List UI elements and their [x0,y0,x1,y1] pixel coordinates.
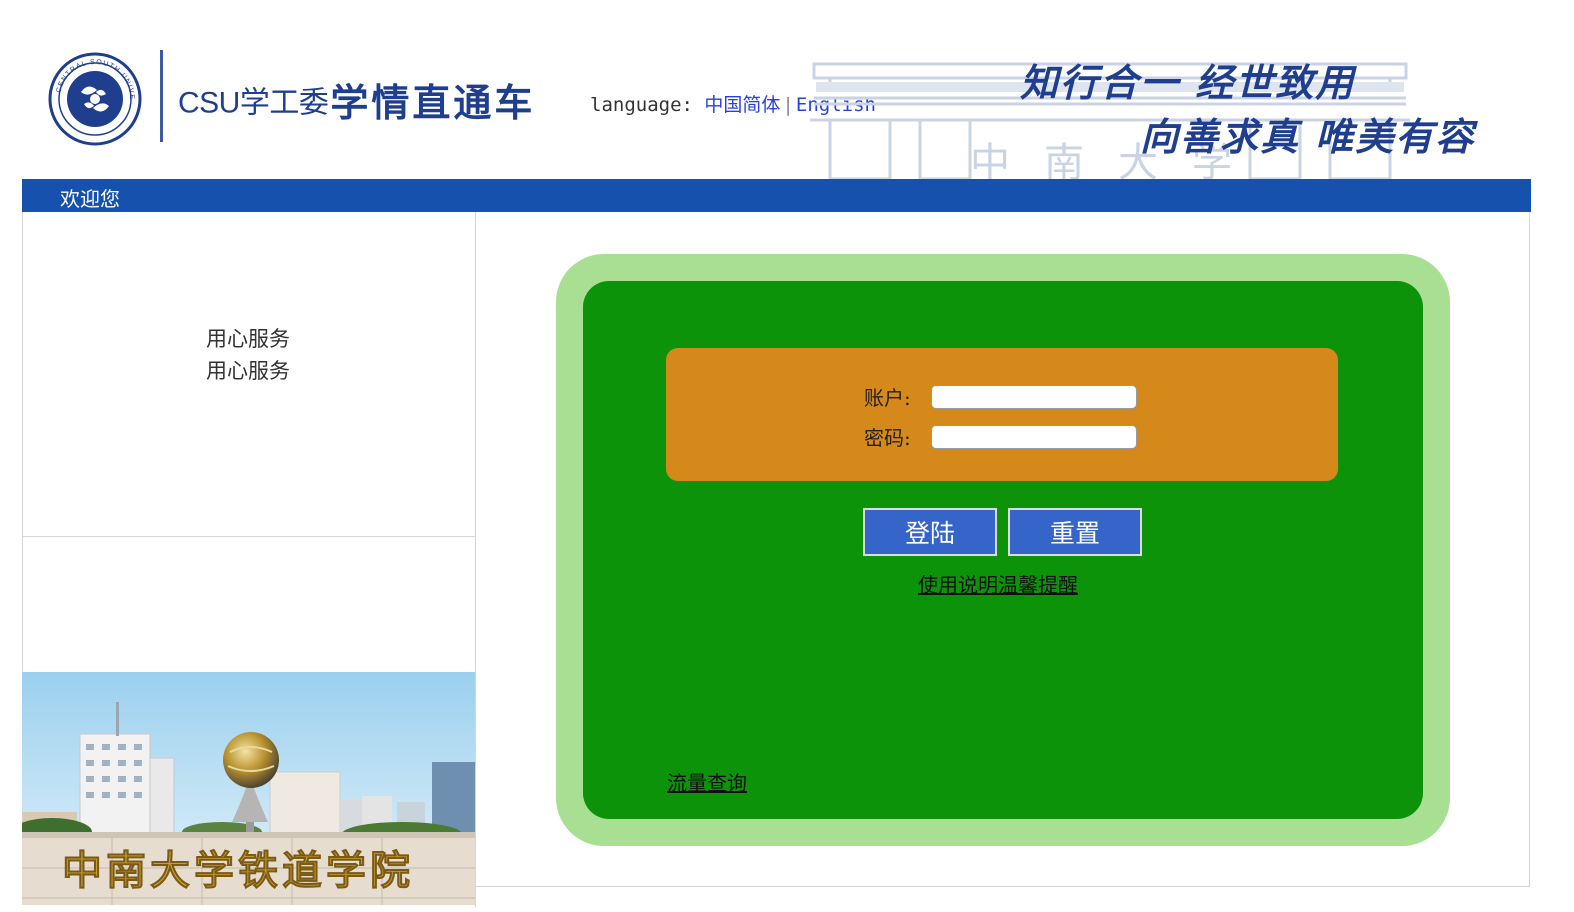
account-label: 账户: [864,386,911,410]
service-panel: 用心服务 用心服务 [22,212,475,537]
language-label: language: [590,94,693,116]
password-label: 密码: [864,426,911,450]
lang-separator: | [782,94,794,116]
reset-button[interactable]: 重置 [1008,508,1142,556]
campus-photo: 中南大学铁道学院 [22,672,475,905]
nav-bar: 欢迎您 [22,179,1531,212]
welcome-text: 欢迎您 [60,187,120,211]
logo-divider [160,50,163,142]
service-line-2: 用心服务 [206,359,290,383]
service-line-1: 用心服务 [206,327,290,351]
page: CENTRAL SOUTH UNIVERSITY CSU学工委学情直通车 lan… [0,0,1574,912]
motto-line-2: 向善求真 唯美有容 [1140,114,1476,159]
traffic-query-link[interactable]: 流量查询 [667,767,747,796]
brand-title: CSU学工委学情直通车 [178,72,535,128]
university-logo: CENTRAL SOUTH UNIVERSITY [48,52,142,146]
left-column: 用心服务 用心服务 中南大学铁道学院 [22,212,476,907]
campus-sign-text: 中南大学铁道学院 [62,847,414,894]
brand-name: 学情直通车 [330,80,536,125]
password-input[interactable] [931,425,1137,449]
brand-csu: CSU学工委 [178,86,329,120]
motto-line-1: 知行合一 经世致用 [1020,60,1356,105]
login-form-box [666,348,1338,481]
account-input[interactable] [931,385,1137,409]
login-button[interactable]: 登陆 [863,508,997,556]
lang-chinese-link[interactable]: 中国简体 [704,94,780,116]
header: CENTRAL SOUTH UNIVERSITY CSU学工委学情直通车 lan… [0,0,1574,179]
help-link[interactable]: 使用说明温馨提醒 [918,569,1078,598]
